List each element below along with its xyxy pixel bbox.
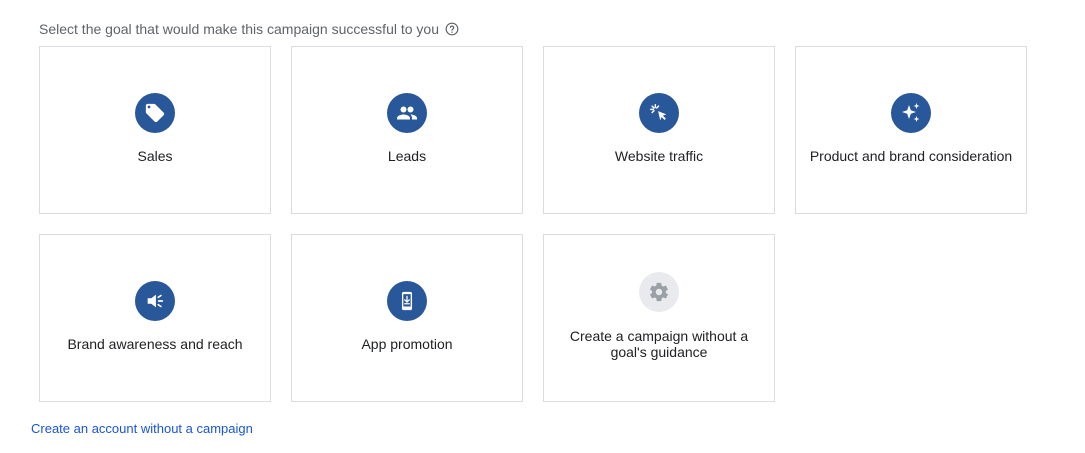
goal-card-website-traffic[interactable]: Website traffic	[543, 46, 775, 214]
goal-label: Brand awareness and reach	[67, 336, 243, 352]
goal-label: Sales	[137, 148, 173, 164]
cursor-click-icon	[639, 93, 679, 133]
people-icon	[387, 93, 427, 133]
goal-label: App promotion	[361, 336, 453, 352]
goal-label: Leads	[387, 148, 427, 164]
goal-label: Create a campaign without a goal's guida…	[569, 328, 749, 360]
tag-icon	[135, 93, 175, 133]
sparkle-icon	[891, 93, 931, 133]
goal-card-brand-awareness[interactable]: Brand awareness and reach	[39, 234, 271, 402]
goal-card-sales[interactable]: Sales	[39, 46, 271, 214]
goal-heading: Select the goal that would make this cam…	[39, 21, 459, 37]
goal-card-product-brand-consideration[interactable]: Product and brand consideration	[795, 46, 1027, 214]
goal-card-app-promotion[interactable]: App promotion	[291, 234, 523, 402]
goal-heading-text: Select the goal that would make this cam…	[39, 21, 439, 37]
megaphone-icon	[135, 281, 175, 321]
goal-label: Website traffic	[614, 148, 704, 164]
create-account-without-campaign-link[interactable]: Create an account without a campaign	[31, 421, 253, 436]
help-icon[interactable]	[445, 22, 459, 36]
goal-card-no-goal[interactable]: Create a campaign without a goal's guida…	[543, 234, 775, 402]
goal-card-leads[interactable]: Leads	[291, 46, 523, 214]
goal-label: Product and brand consideration	[809, 148, 1013, 164]
gear-icon	[639, 272, 679, 312]
phone-download-icon	[387, 281, 427, 321]
